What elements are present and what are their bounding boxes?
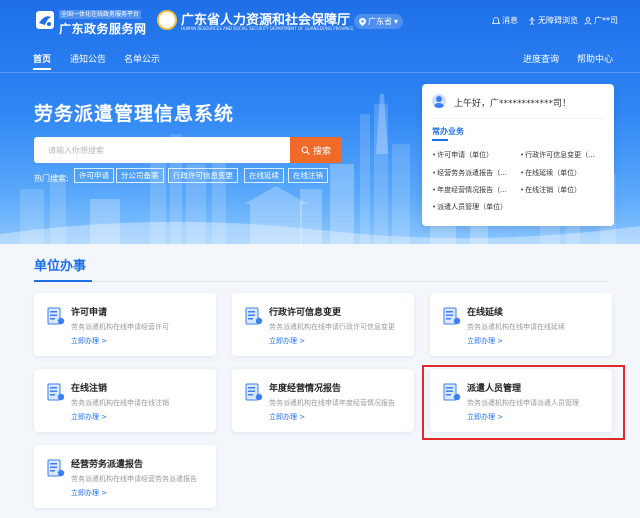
card-title: 许可申请 [71, 308, 108, 318]
card-description: 劳务派遣机构在线申请经营劳务派遣报告 [71, 475, 197, 483]
card-action-link[interactable]: 立即办理 > [269, 336, 305, 346]
search-input[interactable] [34, 137, 274, 163]
system-title: 劳务派遣管理信息系统 [34, 103, 235, 125]
document-icon [245, 383, 263, 401]
nav-divider [0, 72, 640, 73]
document-icon [443, 307, 461, 325]
nav-notices[interactable]: 通知公告 [70, 52, 106, 65]
user-name: 广**司 [594, 16, 618, 25]
hot-search-label: 热门搜索: [34, 174, 69, 183]
card-title: 在线注销 [71, 384, 108, 394]
bell-icon [492, 16, 500, 24]
document-icon [47, 459, 65, 477]
service-card-annual-report[interactable]: 年度经营情况报告 劳务派遣机构在线申请年度经营情况报告 立即办理 > [232, 369, 414, 432]
region-label: 广东省 [367, 17, 392, 26]
hrss-emblem-icon [157, 10, 177, 30]
hot-tag-online-cancellation[interactable]: 在线注销 [288, 168, 328, 183]
panel-link-license-change[interactable]: 行政许可信息变更（... [520, 150, 595, 160]
document-icon [47, 307, 65, 325]
region-selector[interactable]: 广东省 ▾ [354, 14, 403, 29]
section-divider [34, 281, 608, 282]
nav-help-center[interactable]: 帮助中心 [577, 52, 613, 65]
main-nav: 首页 通知公告 名单公示 进度查询 帮助中心 [0, 45, 640, 69]
highlight-box [422, 365, 625, 440]
hot-tag-license-change[interactable]: 行政许可信息变更 [168, 168, 238, 183]
panel-link-online-cancellation[interactable]: 在线注销（单位） [520, 185, 581, 195]
accessibility-link[interactable]: 无障碍浏览 [528, 15, 578, 26]
search-box [34, 137, 290, 163]
department-english-name: HUMAN RESOURCES AND SOCIAL SECURITY DEPA… [181, 26, 354, 31]
document-icon [245, 307, 263, 325]
card-description: 劳务派遣机构在线申请年度经营情况报告 [269, 399, 395, 407]
panel-link-license-application[interactable]: 许可申请（单位） [432, 150, 493, 160]
card-action-link[interactable]: 立即办理 > [71, 488, 107, 498]
top-bar: 全国一体化在线政务服务平台 广东政务服务网 广东省人力资源和社会保障厅 HUMA… [0, 0, 640, 42]
card-description: 劳务派遣机构在线申请行政许可信息变更 [269, 323, 395, 331]
search-icon [301, 146, 310, 155]
card-action-link[interactable]: 立即办理 > [467, 336, 503, 346]
hot-tag-license-application[interactable]: 许可申请 [74, 168, 114, 183]
card-title: 在线延续 [467, 308, 504, 318]
card-action-link[interactable]: 立即办理 > [269, 412, 305, 422]
section-title: 单位办事 [34, 259, 87, 274]
messages-label: 消息 [502, 16, 518, 25]
accessibility-icon [529, 16, 535, 25]
service-card-license-application[interactable]: 许可申请 劳务派遣机构在线申请经营许可 立即办理 > [34, 293, 216, 356]
panel-link-online-renewal[interactable]: 在线延续（单位） [520, 168, 581, 178]
service-card-online-renewal[interactable]: 在线延续 劳务派遣机构在线申请在线延续 立即办理 > [430, 293, 612, 356]
chevron-down-icon: ▾ [393, 17, 398, 26]
card-description: 劳务派遣机构在线申请经营许可 [71, 323, 169, 331]
card-action-link[interactable]: 立即办理 > [71, 412, 107, 422]
search-button-label: 搜索 [312, 146, 331, 157]
document-icon [47, 383, 65, 401]
hot-tag-branch-filing[interactable]: 分公司备案 [116, 168, 164, 183]
card-title: 年度经营情况报告 [269, 384, 342, 394]
panel-divider [432, 118, 604, 119]
hot-tag-online-renewal[interactable]: 在线延续 [244, 168, 284, 183]
search-button[interactable]: 搜索 [290, 137, 342, 163]
card-description: 劳务派遣机构在线申请在线注销 [71, 399, 169, 407]
nav-home[interactable]: 首页 [33, 52, 51, 65]
service-card-online-cancellation[interactable]: 在线注销 劳务派遣机构在线申请在线注销 立即办理 > [34, 369, 216, 432]
user-icon [584, 16, 592, 25]
panel-link-dispatch-report[interactable]: 经营劳务派遣报告（... [432, 168, 507, 178]
nav-publicity-list[interactable]: 名单公示 [124, 52, 160, 65]
card-description: 劳务派遣机构在线申请在线延续 [467, 323, 565, 331]
panel-link-annual-report[interactable]: 年度经营情况报告（... [432, 185, 507, 195]
panel-subtitle-underline [432, 139, 448, 141]
messages-link[interactable]: 消息 [492, 15, 518, 26]
section-title-accent [34, 280, 92, 282]
active-nav-indicator [33, 68, 51, 70]
nav-progress-query[interactable]: 进度查询 [523, 52, 559, 65]
service-card-dispatch-report[interactable]: 经营劳务派遣报告 劳务派遣机构在线申请经营劳务派遣报告 立即办理 > [34, 445, 216, 508]
service-card-license-change[interactable]: 行政许可信息变更 劳务派遣机构在线申请行政许可信息变更 立即办理 > [232, 293, 414, 356]
panel-link-personnel-management[interactable]: 派遣人员管理（单位） [432, 202, 507, 212]
gd-gov-logo-icon[interactable] [36, 11, 54, 29]
user-account-menu[interactable]: 广**司 [584, 15, 618, 26]
card-title: 经营劳务派遣报告 [71, 460, 144, 470]
panel-subtitle: 常办业务 [432, 127, 464, 136]
common-services-panel: 上午好，广************司！ 常办业务 许可申请（单位） 行政许可信息… [422, 84, 614, 226]
logo-platform-caption: 全国一体化在线政务服务平台 [59, 10, 142, 19]
card-title: 行政许可信息变更 [269, 308, 342, 318]
accessibility-label: 无障碍浏览 [538, 16, 578, 25]
card-action-link[interactable]: 立即办理 > [71, 336, 107, 346]
logo-site-name[interactable]: 广东政务服务网 [59, 20, 147, 37]
avatar [432, 94, 446, 108]
greeting-text: 上午好，广************司！ [454, 99, 572, 109]
location-pin-icon [358, 17, 366, 26]
